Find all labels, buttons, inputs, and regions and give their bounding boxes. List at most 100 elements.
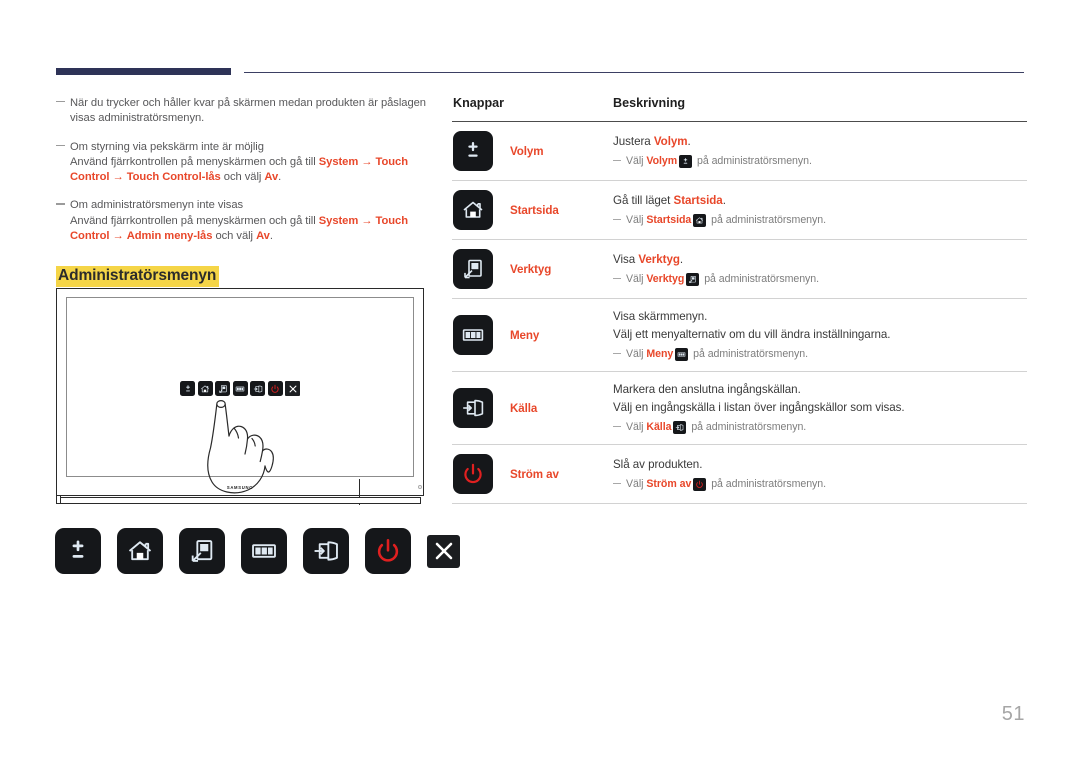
cell-button: Källa bbox=[452, 371, 599, 445]
arrow-separator: → bbox=[109, 230, 127, 243]
page-title: Administratörsmenyn bbox=[56, 266, 220, 288]
home-icon bbox=[693, 214, 707, 227]
source-icon[interactable] bbox=[453, 388, 493, 428]
table-row: Volym Justera Volym. Välj Volym på admin… bbox=[452, 121, 1027, 181]
osd-tools-icon[interactable] bbox=[215, 381, 230, 396]
notes-list: När du trycker och håller kvar på skärme… bbox=[56, 96, 431, 244]
admin-source-icon-button[interactable] bbox=[303, 528, 349, 574]
cell-description: Slå av produkten. Välj Ström av på admin… bbox=[599, 444, 1027, 504]
button-label: Meny bbox=[510, 328, 540, 342]
highlight-term: Volym bbox=[646, 155, 678, 167]
admin-tools-icon-button[interactable] bbox=[179, 528, 225, 574]
note-text: När du trycker och håller kvar på skärme… bbox=[70, 97, 426, 125]
header-rule-group bbox=[56, 68, 1024, 78]
note-dash-icon bbox=[613, 353, 621, 355]
button-label: Källa bbox=[510, 401, 538, 415]
cell-description: Justera Volym. Välj Volym på administrat… bbox=[599, 121, 1027, 181]
tools-icon bbox=[686, 273, 700, 286]
note-dash-icon bbox=[613, 219, 621, 221]
description-note: Välj Volym på administratörsmenyn. bbox=[613, 154, 1027, 169]
description-line: Visa Verktyg. bbox=[613, 253, 684, 266]
cell-description: Gå till läget Startsida. Välj Startsida … bbox=[599, 180, 1027, 240]
highlight-term: Meny bbox=[646, 348, 674, 360]
tools-icon[interactable] bbox=[453, 249, 493, 289]
table-body: Volym Justera Volym. Välj Volym på admin… bbox=[452, 121, 1027, 504]
cell-button: Meny bbox=[452, 298, 599, 372]
column-header-description: Beskrivning bbox=[599, 96, 1027, 122]
admin-home-icon-button[interactable] bbox=[117, 528, 163, 574]
description-note: Välj Källa på administratörsmenyn. bbox=[613, 420, 1027, 435]
note-dash-icon bbox=[613, 160, 621, 162]
volume-icon bbox=[679, 155, 693, 168]
cell-button: Verktyg bbox=[452, 239, 599, 299]
table-row: Källa Markera den anslutna ingångskällan… bbox=[452, 371, 1027, 445]
cell-description: Markera den anslutna ingångskällan. Välj … bbox=[599, 371, 1027, 445]
note-dash-icon bbox=[613, 483, 621, 485]
note-item: Om styrning via pekskärm inte är möjlig A… bbox=[56, 140, 431, 186]
power-icon[interactable] bbox=[453, 454, 493, 494]
note-dash-icon bbox=[613, 278, 621, 280]
menu-icon[interactable] bbox=[453, 315, 493, 355]
admin-volume-icon-button[interactable] bbox=[55, 528, 101, 574]
table-row: Verktyg Visa Verktyg. Välj Verktyg på ad… bbox=[452, 239, 1027, 299]
description-note: Välj Verktyg på administratörsmenyn. bbox=[613, 272, 1027, 287]
admin-menu-button-row[interactable] bbox=[55, 528, 460, 574]
highlight-term: Admin meny-lås bbox=[126, 230, 213, 243]
note-text: Om administratörsmenyn inte visas Använd … bbox=[70, 199, 408, 243]
osd-power-icon[interactable] bbox=[267, 381, 283, 396]
description-note: Välj Meny på administratörsmenyn. bbox=[613, 347, 1027, 362]
arrow-separator: → bbox=[358, 155, 376, 168]
highlight-term: System bbox=[318, 214, 359, 227]
note-dash-icon bbox=[613, 426, 621, 428]
home-icon[interactable] bbox=[453, 190, 493, 230]
highlight-term: Av bbox=[256, 230, 270, 243]
power-icon bbox=[693, 478, 707, 491]
highlight-term: Verktyg bbox=[638, 253, 680, 266]
monitor-stand-bar bbox=[59, 497, 421, 504]
volume-icon[interactable] bbox=[453, 131, 493, 171]
description-line: Markera den anslutna ingångskällan. bbox=[613, 383, 801, 396]
monitor-stand-foot bbox=[56, 495, 61, 504]
onscreen-admin-toolbar[interactable] bbox=[180, 381, 300, 396]
column-header-buttons: Knappar bbox=[452, 96, 599, 122]
cell-button: Ström av bbox=[452, 444, 599, 504]
left-column: När du trycker och håller kvar på skärme… bbox=[56, 96, 431, 299]
menu-icon bbox=[675, 348, 689, 361]
admin-close-icon-button[interactable] bbox=[427, 534, 460, 568]
button-label: Verktyg bbox=[510, 262, 552, 276]
highlight-term: Verktyg bbox=[646, 273, 685, 285]
description-line: Visa skärmmenyn. bbox=[613, 310, 708, 323]
note-dash-icon bbox=[56, 144, 65, 146]
description-line: Justera Volym. bbox=[613, 135, 691, 148]
osd-source-icon[interactable] bbox=[250, 381, 265, 396]
page-number: 51 bbox=[1001, 703, 1025, 725]
bezel-sensor-icon bbox=[418, 485, 422, 489]
note-dash-icon bbox=[56, 203, 65, 205]
highlight-term: Touch Control-lås bbox=[126, 171, 221, 184]
table-row: Meny Visa skärmmenyn. Välj ett menyaltern… bbox=[452, 298, 1027, 372]
header-rule-thin bbox=[244, 72, 1024, 74]
note-item: När du trycker och håller kvar på skärme… bbox=[56, 96, 431, 127]
cell-button: Volym bbox=[452, 121, 599, 181]
highlight-term: System bbox=[318, 155, 359, 168]
note-text: Om styrning via pekskärm inte är möjlig A… bbox=[70, 140, 408, 184]
highlight-term: Volym bbox=[653, 135, 688, 148]
highlight-term: Startsida bbox=[646, 214, 692, 226]
display-illustration: SAMSUNG bbox=[56, 288, 424, 505]
cell-description: Visa Verktyg. Välj Verktyg på administra… bbox=[599, 239, 1027, 299]
table-row: Startsida Gå till läget Startsida. Välj … bbox=[452, 180, 1027, 240]
description-line: Gå till läget Startsida. bbox=[613, 194, 726, 207]
highlight-term: Källa bbox=[646, 421, 672, 433]
pointing-hand-illustration bbox=[207, 399, 274, 494]
arrow-separator: → bbox=[109, 171, 127, 184]
osd-volume-icon[interactable] bbox=[180, 381, 195, 396]
admin-menu-icon-button[interactable] bbox=[241, 528, 287, 574]
osd-home-icon[interactable] bbox=[197, 381, 213, 396]
button-label: Ström av bbox=[510, 467, 559, 481]
highlight-term: Av bbox=[264, 171, 279, 184]
admin-power-icon-button[interactable] bbox=[365, 528, 411, 574]
osd-menu-icon[interactable] bbox=[232, 381, 248, 396]
highlight-term: Ström av bbox=[646, 478, 692, 490]
cell-button: Startsida bbox=[452, 180, 599, 240]
osd-close-icon[interactable] bbox=[285, 381, 300, 396]
